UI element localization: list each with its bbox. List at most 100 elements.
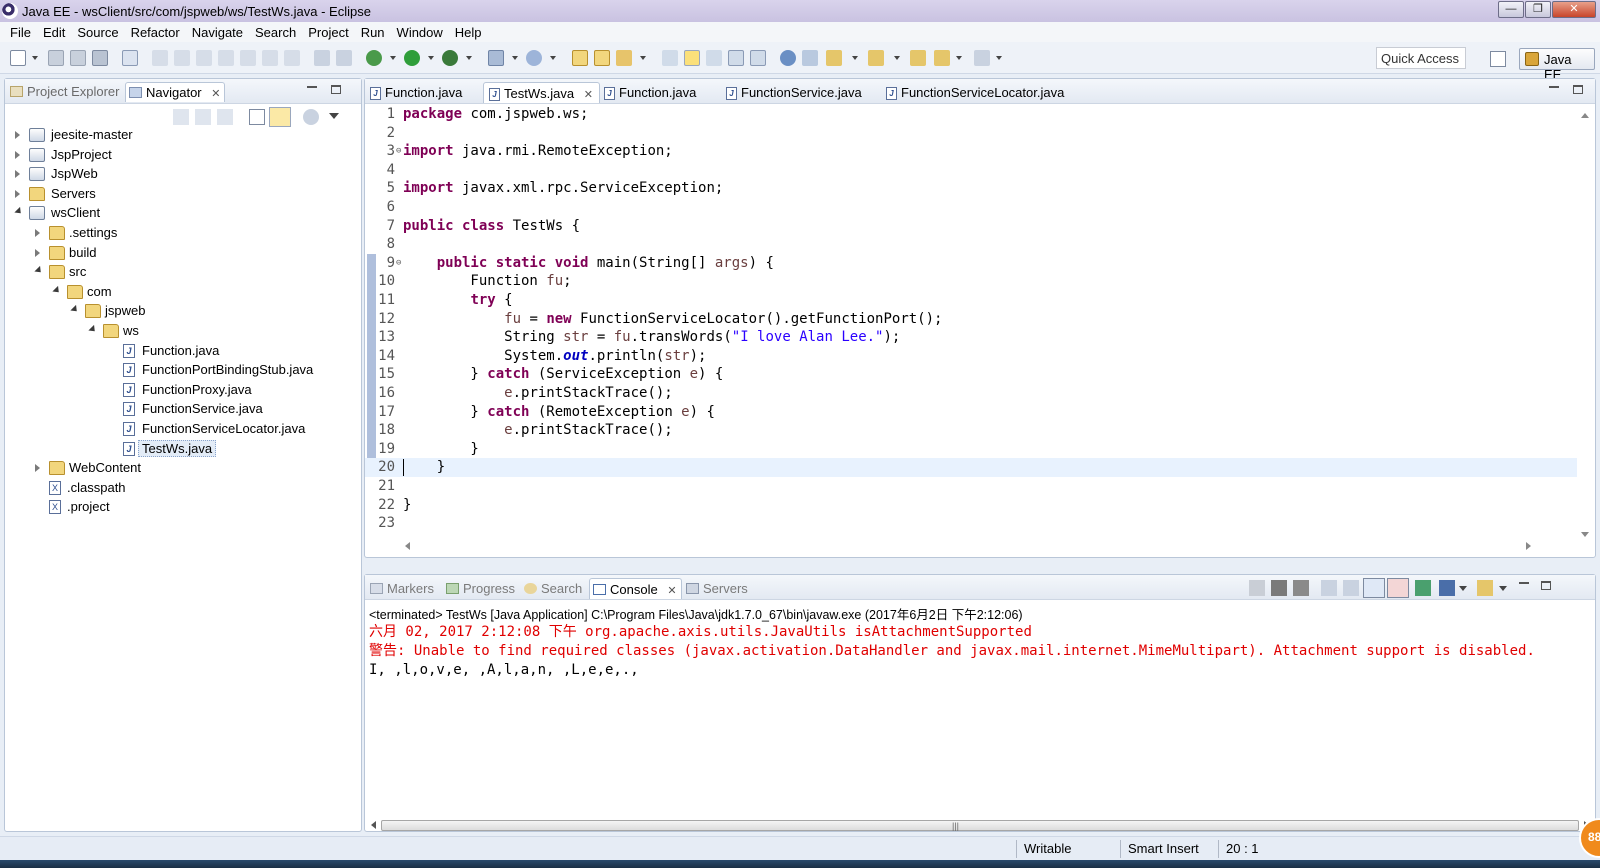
terminate-icon[interactable] xyxy=(196,50,212,66)
expand-arrow-icon[interactable] xyxy=(35,248,40,257)
menu-source[interactable]: Source xyxy=(71,25,124,40)
code-line[interactable]: 9 ⊖ public static void main(String[] args… xyxy=(365,254,1577,273)
minimize-panel-icon[interactable] xyxy=(307,85,317,88)
code-line[interactable]: 5 import javax.xml.rpc.ServiceException; xyxy=(365,179,1577,198)
browser-icon[interactable] xyxy=(780,50,796,66)
view-menu-icon[interactable] xyxy=(329,113,339,119)
code-line[interactable]: 19 } xyxy=(365,440,1577,459)
tab-function-java[interactable]: J Function.java xyxy=(365,82,468,103)
menu-search[interactable]: Search xyxy=(249,25,302,40)
clear-console-icon[interactable] xyxy=(1321,580,1337,596)
code-line[interactable]: 15 } catch (ServiceException e) { xyxy=(365,365,1577,384)
use-step-filters-icon[interactable] xyxy=(314,50,330,66)
expand-arrow-icon[interactable] xyxy=(35,229,40,237)
prev-annotation-icon[interactable] xyxy=(868,50,884,66)
code-line[interactable]: 12 fu = new FunctionServiceLocator().get… xyxy=(365,310,1577,329)
new-icon[interactable] xyxy=(10,50,26,66)
menu-help[interactable]: Help xyxy=(449,25,488,40)
close-tab-icon[interactable]: ✕ xyxy=(211,88,220,100)
debug-dropdown-icon[interactable] xyxy=(390,56,396,60)
tab-console[interactable]: Console ✕ xyxy=(589,578,682,599)
collapse-arrow-icon[interactable] xyxy=(52,285,62,295)
open-type-icon[interactable] xyxy=(572,50,588,66)
code-editor[interactable]: 1 package com.jspweb.ws; 2 3 ⊖ import java.rm… xyxy=(365,105,1577,535)
step-into-icon[interactable] xyxy=(240,50,256,66)
run-dropdown-icon[interactable] xyxy=(428,56,434,60)
search-tool-icon[interactable] xyxy=(616,50,632,66)
back-dropdown-icon[interactable] xyxy=(956,56,962,60)
collapse-arrow-icon[interactable] xyxy=(70,305,80,315)
remove-all-launches-icon[interactable] xyxy=(1293,580,1309,596)
code-line[interactable]: 20 } xyxy=(365,458,1577,477)
resume-icon[interactable] xyxy=(152,50,168,66)
code-line[interactable]: 17 } catch (RemoteException e) { xyxy=(365,403,1577,422)
new-dropdown-icon[interactable] xyxy=(32,56,38,60)
back-icon[interactable] xyxy=(934,50,950,66)
maximize-panel-icon[interactable] xyxy=(331,85,341,94)
refresh-icon[interactable] xyxy=(802,50,818,66)
expand-arrow-icon[interactable] xyxy=(35,464,40,473)
insert-mode-status[interactable]: Smart Insert xyxy=(1128,841,1199,856)
minimize-console-icon[interactable] xyxy=(1519,581,1529,584)
print-icon[interactable] xyxy=(92,50,108,66)
forward-icon[interactable] xyxy=(974,50,990,66)
show-source-icon[interactable] xyxy=(750,50,766,66)
tab-navigator[interactable]: Navigator ✕ xyxy=(125,82,226,102)
code-line[interactable]: 18 e.printStackTrace(); xyxy=(365,421,1577,440)
maximize-editor-icon[interactable] xyxy=(1573,85,1583,94)
perspective-java-ee-button[interactable]: Java EE xyxy=(1519,48,1595,82)
minimize-editor-icon[interactable] xyxy=(1549,85,1559,88)
code-line[interactable]: 16 e.printStackTrace(); xyxy=(365,384,1577,403)
step-return-icon[interactable] xyxy=(284,50,300,66)
open-task-icon[interactable] xyxy=(594,50,610,66)
open-console-dropdown-icon[interactable] xyxy=(1499,586,1507,591)
code-line[interactable]: 4 xyxy=(365,161,1577,180)
block-selection-icon[interactable] xyxy=(706,50,722,66)
up-nav-icon[interactable] xyxy=(217,109,233,125)
code-line[interactable]: 21 xyxy=(365,477,1577,496)
run-icon[interactable] xyxy=(404,50,420,66)
scroll-left-arrow-icon[interactable] xyxy=(371,821,376,829)
scroll-right-arrow-icon[interactable] xyxy=(1526,542,1531,550)
code-line[interactable]: 22} xyxy=(365,496,1577,515)
pin-console-icon[interactable] xyxy=(1415,580,1431,596)
menu-window[interactable]: Window xyxy=(391,25,449,40)
show-on-stderr-icon[interactable] xyxy=(1387,578,1409,598)
code-line[interactable]: 2 xyxy=(365,124,1577,143)
wizard-dropdown-icon[interactable] xyxy=(550,56,556,60)
collapse-all-icon[interactable] xyxy=(249,109,265,125)
scroll-thumb[interactable]: ||| xyxy=(381,820,1579,831)
minimize-button[interactable]: — xyxy=(1498,1,1524,18)
expand-arrow-icon[interactable] xyxy=(15,170,20,179)
save-all-icon[interactable] xyxy=(70,50,86,66)
search-dropdown-icon[interactable] xyxy=(640,56,646,60)
menu-refactor[interactable]: Refactor xyxy=(125,25,186,40)
fold-toggle-icon[interactable]: ⊖ xyxy=(396,254,401,273)
code-line[interactable]: 8 xyxy=(365,235,1577,254)
suspend-icon[interactable] xyxy=(174,50,190,66)
last-edit-icon[interactable] xyxy=(910,50,926,66)
step-over-icon[interactable] xyxy=(262,50,278,66)
scroll-down-arrow-icon[interactable] xyxy=(1581,532,1589,537)
code-line[interactable]: 11 try { xyxy=(365,291,1577,310)
collapse-arrow-icon[interactable] xyxy=(88,324,98,335)
run-external-icon[interactable] xyxy=(442,50,458,66)
show-on-stdout-icon[interactable] xyxy=(1363,578,1385,598)
code-line[interactable]: 3 ⊖ import java.rmi.RemoteException; xyxy=(365,142,1577,161)
forward-dropdown-icon[interactable] xyxy=(996,56,1002,60)
console-horizontal-scrollbar[interactable]: ||| xyxy=(369,819,1591,831)
code-line[interactable]: 6 xyxy=(365,198,1577,217)
next-annotation-dropdown-icon[interactable] xyxy=(852,56,858,60)
link-with-editor-icon[interactable] xyxy=(269,107,291,127)
code-line[interactable]: 14 System.out.println(str); xyxy=(365,347,1577,366)
terminate-console-icon[interactable] xyxy=(1249,580,1265,596)
menu-file[interactable]: File xyxy=(4,25,37,40)
code-line[interactable]: 1 package com.jspweb.ws; xyxy=(365,105,1577,124)
code-line[interactable]: 10 Function fu; xyxy=(365,272,1577,291)
menu-navigate[interactable]: Navigate xyxy=(186,25,249,40)
tab-function-service-java[interactable]: J FunctionService.java xyxy=(721,82,868,103)
collapse-arrow-icon[interactable] xyxy=(34,266,44,276)
prev-annotation-dropdown-icon[interactable] xyxy=(894,56,900,60)
tab-testws-java[interactable]: J TestWs.java ✕ xyxy=(483,82,600,103)
debug-icon[interactable] xyxy=(366,50,382,66)
